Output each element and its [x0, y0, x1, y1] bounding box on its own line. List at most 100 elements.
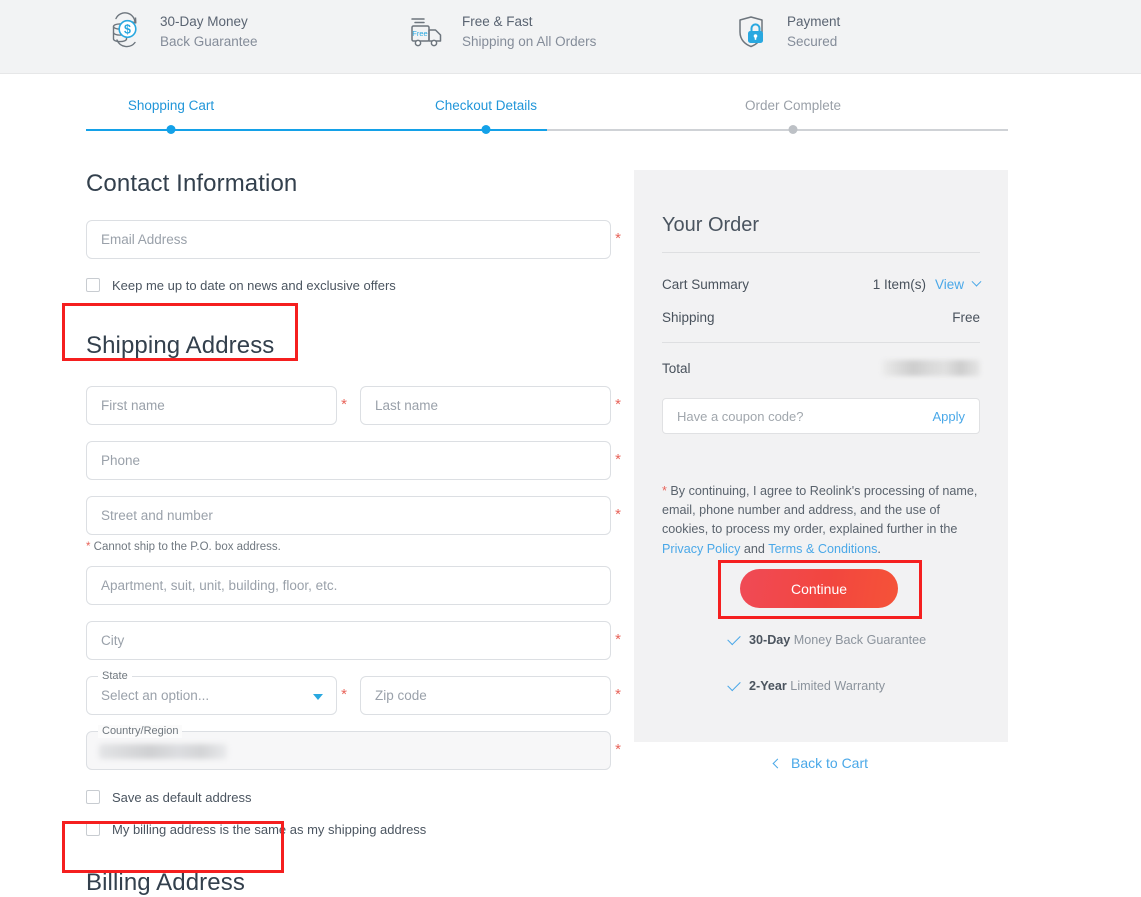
same-billing-checkbox-row[interactable]: My billing address is the same as my shi… [86, 818, 614, 840]
po-box-note-text: Cannot ship to the P.O. box address. [90, 541, 280, 553]
coupon-field[interactable]: Have a coupon code? Apply [662, 398, 980, 434]
svg-text:$: $ [124, 23, 131, 37]
save-default-checkbox-row[interactable]: Save as default address [86, 786, 614, 808]
required-asterisk-icon: * [341, 397, 347, 412]
street-field-wrap: * [86, 496, 611, 535]
stepper-step-checkout-details[interactable]: Checkout Details [435, 98, 537, 113]
trust-line-1: Free & Fast [462, 12, 596, 32]
order-summary-title: Your Order [662, 214, 759, 237]
terms-period: . [877, 542, 881, 556]
trust-item-text: Payment Secured [787, 12, 840, 51]
free-shipping-truck-icon: Free [406, 10, 450, 54]
trust-line-2: Back Guarantee [160, 32, 258, 52]
trust-line-1: Payment [787, 12, 840, 32]
cart-item-count: 1 Item(s) [873, 277, 926, 292]
shipping-address-heading: Shipping Address [86, 332, 614, 360]
chevron-down-icon[interactable] [972, 277, 982, 287]
email-field-wrap: * [86, 220, 611, 259]
guarantee-warranty: 2-Year Limited Warranty [728, 677, 978, 695]
stepper-step-order-complete: Order Complete [745, 98, 841, 113]
trust-item-free-shipping: Free Free & Fast Shipping on All Orders [406, 10, 596, 54]
first-name-input[interactable] [86, 386, 337, 425]
privacy-policy-link[interactable]: Privacy Policy [662, 542, 740, 556]
chevron-left-icon [773, 758, 783, 768]
street-input[interactable] [86, 496, 611, 535]
last-name-field-wrap: * [360, 386, 611, 425]
check-icon [727, 632, 740, 645]
same-billing-address-label: My billing address is the same as my shi… [112, 822, 426, 837]
coupon-apply-button[interactable]: Apply [932, 409, 965, 424]
zip-field-wrap: * [360, 676, 611, 715]
trust-bar: $ 30-Day Money Back Guarantee Free Free … [0, 0, 1141, 74]
state-selected-value: Select an option... [101, 688, 209, 703]
required-asterisk-icon: * [615, 231, 621, 246]
checkout-stepper: Shopping Cart Checkout Details Order Com… [86, 98, 1008, 138]
trust-item-payment-secured: Payment Secured [731, 10, 840, 54]
guarantee-warranty-bold: 2-Year [749, 679, 787, 693]
stepper-step-shopping-cart[interactable]: Shopping Cart [128, 98, 214, 113]
last-name-input[interactable] [360, 386, 611, 425]
guarantee-warranty-rest: Limited Warranty [787, 679, 885, 693]
guarantee-money-back: 30-Day Money Back Guarantee [728, 631, 978, 649]
po-box-note: * Cannot ship to the P.O. box address. [86, 541, 614, 553]
guarantee-money-back-text: 30-Day Money Back Guarantee [749, 631, 926, 649]
state-select[interactable]: State Select an option... [86, 676, 337, 715]
phone-input[interactable] [86, 441, 611, 480]
required-asterisk-icon: * [341, 687, 347, 702]
continue-button[interactable]: Continue [740, 569, 898, 608]
apartment-field-wrap [86, 566, 611, 605]
country-region-redacted-value [99, 744, 227, 759]
back-to-cart-label: Back to Cart [791, 755, 868, 771]
stepper-line-remaining [547, 129, 1008, 131]
trust-item-text: Free & Fast Shipping on All Orders [462, 12, 596, 51]
order-divider-top [662, 252, 980, 253]
guarantee-warranty-text: 2-Year Limited Warranty [749, 677, 885, 695]
total-row: Total [662, 360, 980, 376]
shield-lock-icon [731, 10, 775, 54]
cart-summary-right: 1 Item(s) View [873, 277, 980, 292]
trust-line-2: Secured [787, 32, 840, 52]
view-cart-link[interactable]: View [935, 277, 964, 292]
stepper-dot-shopping-cart[interactable] [167, 125, 176, 134]
country-region-select[interactable]: Country/Region [86, 731, 611, 770]
zip-code-input[interactable] [360, 676, 611, 715]
guarantee-money-back-rest: Money Back Guarantee [790, 633, 926, 647]
total-redacted-value [882, 360, 980, 376]
state-label: State [98, 670, 132, 683]
trust-line-2: Shipping on All Orders [462, 32, 596, 52]
required-asterisk-icon: * [615, 397, 621, 412]
stepper-dot-checkout-details[interactable] [482, 125, 491, 134]
check-icon [727, 678, 740, 691]
save-default-address-checkbox[interactable] [86, 790, 100, 804]
contact-information-heading: Contact Information [86, 170, 614, 198]
trust-line-1: 30-Day Money [160, 12, 258, 32]
required-asterisk-icon: * [615, 507, 621, 522]
state-zip-row: State Select an option... * * [86, 676, 614, 715]
newsletter-checkbox-row[interactable]: Keep me up to date on news and exclusive… [86, 274, 614, 296]
apartment-input[interactable] [86, 566, 611, 605]
stepper-dot-order-complete [789, 125, 798, 134]
chevron-down-icon[interactable] [313, 694, 323, 700]
stepper-line-completed [86, 129, 547, 131]
city-field-wrap: * [86, 621, 611, 660]
cart-summary-row: Cart Summary 1 Item(s) View [662, 277, 980, 292]
back-to-cart-link[interactable]: Back to Cart [634, 755, 1008, 771]
newsletter-checkbox[interactable] [86, 278, 100, 292]
save-default-address-label: Save as default address [112, 790, 251, 805]
order-summary-panel: Your Order Cart Summary 1 Item(s) View S… [634, 170, 1008, 742]
required-asterisk-icon: * [615, 687, 621, 702]
cart-summary-label: Cart Summary [662, 277, 749, 292]
same-billing-address-checkbox[interactable] [86, 822, 100, 836]
money-back-icon: $ [104, 10, 148, 54]
terms-conditions-link[interactable]: Terms & Conditions [768, 542, 877, 556]
coupon-input-placeholder[interactable]: Have a coupon code? [677, 409, 803, 424]
shipping-cost-row: Shipping Free [662, 310, 980, 325]
email-input[interactable] [86, 220, 611, 259]
shipping-cost-value: Free [952, 310, 980, 325]
newsletter-label: Keep me up to date on news and exclusive… [112, 278, 396, 293]
billing-address-heading: Billing Address [86, 869, 614, 897]
total-label: Total [662, 361, 691, 376]
city-input[interactable] [86, 621, 611, 660]
first-name-field-wrap: * [86, 386, 337, 425]
terms-conjunction: and [740, 542, 768, 556]
